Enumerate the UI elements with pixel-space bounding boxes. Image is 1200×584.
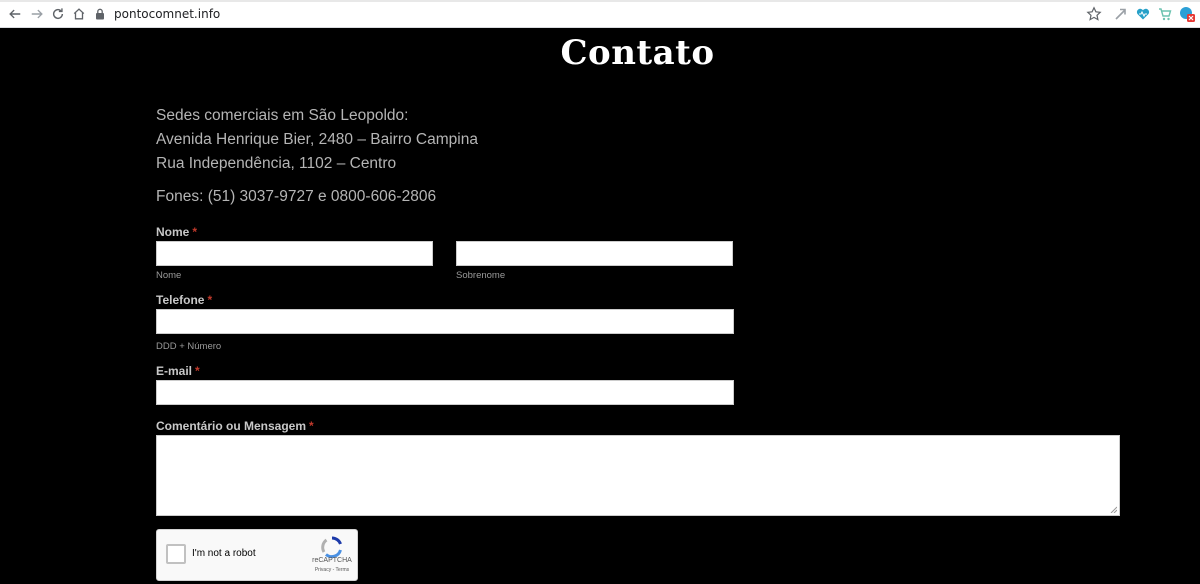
phone-input[interactable]: [156, 309, 734, 334]
home-icon: [73, 8, 85, 20]
last-name-input[interactable]: [456, 241, 733, 266]
page-title: Contato: [560, 33, 715, 73]
extension-cart-icon[interactable]: [1157, 6, 1173, 22]
forward-button[interactable]: [28, 5, 46, 23]
required-mark: *: [195, 364, 200, 378]
address-line: Sedes comerciais em São Leopoldo:: [156, 107, 409, 124]
email-input[interactable]: [156, 380, 734, 405]
url-text: pontocomnet.info: [114, 7, 221, 21]
browser-toolbar: pontocomnet.info: [0, 0, 1200, 28]
extension-arrow-icon[interactable]: [1113, 6, 1129, 22]
phone-numbers: Fones: (51) 3037-9727 e 0800-606-2806: [156, 188, 437, 205]
recaptcha-brand: reCAPTCHA: [312, 557, 352, 564]
address-line: Avenida Henrique Bier, 2480 – Bairro Cam…: [156, 131, 478, 148]
recaptcha-widget: I'm not a robot reCAPTCHA Privacy - Term…: [156, 529, 358, 581]
message-label-text: Comentário ou Mensagem: [156, 419, 307, 433]
progress-line: [0, 0, 1200, 2]
email-label: E-mail *: [156, 364, 200, 378]
first-name-sublabel: Nome: [156, 270, 182, 281]
recaptcha-label: I'm not a robot: [192, 548, 256, 559]
phone-label-text: Telefone: [156, 293, 205, 307]
last-name-sublabel: Sobrenome: [456, 270, 506, 281]
message-label: Comentário ou Mensagem *: [156, 419, 314, 433]
name-label: Nome *: [156, 225, 197, 239]
first-name-input[interactable]: [156, 241, 433, 266]
phone-label: Telefone *: [156, 293, 212, 307]
recaptcha-checkbox[interactable]: [166, 544, 186, 564]
required-mark: *: [192, 225, 198, 239]
phone-sublabel: DDD + Número: [156, 341, 222, 352]
resize-handle-icon[interactable]: [1109, 505, 1117, 513]
extension-heart-icon[interactable]: [1135, 6, 1151, 22]
home-button[interactable]: [70, 5, 88, 23]
address-bar[interactable]: pontocomnet.info: [95, 4, 1095, 24]
extension-badge-icon[interactable]: [1179, 6, 1195, 22]
lock-icon: [96, 8, 104, 20]
back-button[interactable]: [6, 5, 24, 23]
name-label-text: Nome: [156, 225, 190, 239]
message-textarea[interactable]: [156, 435, 1120, 516]
recaptcha-links[interactable]: Privacy - Terms: [307, 567, 357, 573]
recaptcha-logo-icon: [321, 536, 342, 559]
star-icon[interactable]: [1086, 6, 1102, 22]
required-mark: *: [309, 419, 314, 433]
address-block: Sedes comerciais em São Leopoldo: Avenid…: [156, 104, 478, 176]
required-mark: *: [207, 293, 213, 307]
reload-icon: [52, 8, 64, 20]
reload-button[interactable]: [49, 5, 67, 23]
address-line: Rua Independência, 1102 – Centro: [156, 155, 397, 172]
forward-icon: [31, 9, 43, 19]
back-icon: [9, 9, 21, 19]
email-label-text: E-mail: [156, 364, 193, 378]
